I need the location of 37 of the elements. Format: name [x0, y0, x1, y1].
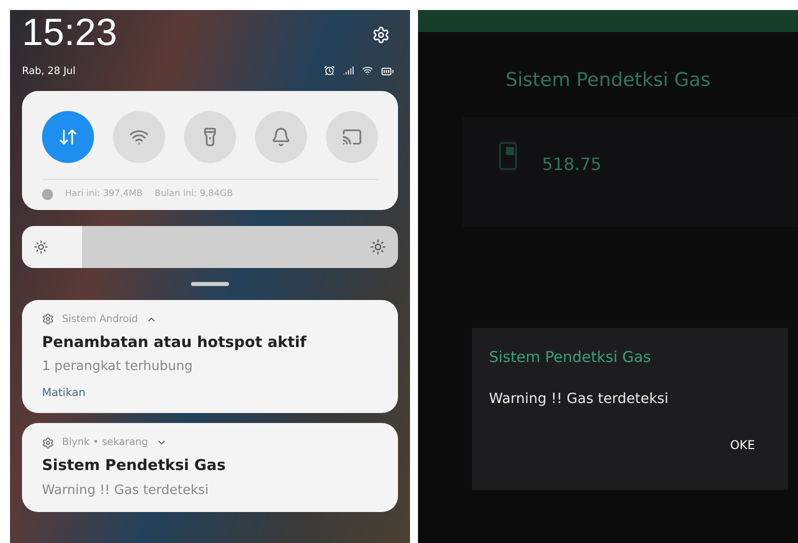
quick-toggle[interactable] — [42, 111, 94, 163]
wifi-status-icon — [362, 65, 373, 76]
sun-icon — [370, 238, 386, 254]
settings-icon[interactable] — [372, 26, 390, 44]
app-icon — [42, 313, 54, 325]
bell-icon — [271, 127, 291, 147]
app-name: Sistem Android — [62, 312, 138, 326]
gauge-icon — [498, 140, 518, 170]
sun-icon — [34, 240, 48, 254]
data-usage-text: Hari ini: 397,4MB — [65, 188, 143, 201]
signal-icon — [343, 65, 354, 76]
cast-icon — [342, 127, 362, 147]
action-link[interactable]: Matikan — [42, 384, 378, 401]
clock: 15:23 — [22, 14, 118, 52]
date: Rab, 28 Jul — [22, 65, 76, 79]
quick-toggle[interactable] — [255, 111, 307, 163]
notification-title: Penambatan atau hotspot aktif — [42, 332, 308, 352]
dialog-message: Warning !! Gas terdeteksi — [489, 390, 670, 408]
ok-button[interactable]: OKE — [730, 436, 755, 454]
drag-handle[interactable] — [191, 282, 229, 286]
brightness-slider[interactable] — [22, 226, 398, 268]
notification-text: Warning !! Gas terdeteksi — [42, 482, 210, 500]
quick-toggle[interactable] — [326, 111, 378, 163]
notification-title: Sistem Pendetksi Gas — [42, 455, 227, 476]
battery-icon — [381, 65, 394, 78]
app-icon — [42, 436, 54, 448]
app-title: Sistem Pendetksi Gas — [504, 68, 712, 93]
arrows-icon — [58, 127, 78, 147]
app-name: Blynk • sekarang — [62, 436, 148, 450]
dialog-title: Sistem Pendetksi Gas — [489, 347, 652, 368]
notification-card[interactable]: Sistem Android Penambatan atau hotspot aktif 1 perangkat terhubung Matikan — [22, 300, 398, 413]
alarm-icon — [324, 65, 335, 76]
notification-card[interactable]: Blynk • sekarang Sistem Pendetksi Gas Warning !! Gas terdeteksi — [22, 423, 398, 512]
quick-toggle[interactable] — [184, 111, 236, 163]
notification-text: 1 perangkat terhubung — [42, 358, 194, 376]
widget-value: 518.75 — [542, 154, 602, 176]
data-usage-text: Bulan ini: 9,84GB — [154, 188, 233, 201]
